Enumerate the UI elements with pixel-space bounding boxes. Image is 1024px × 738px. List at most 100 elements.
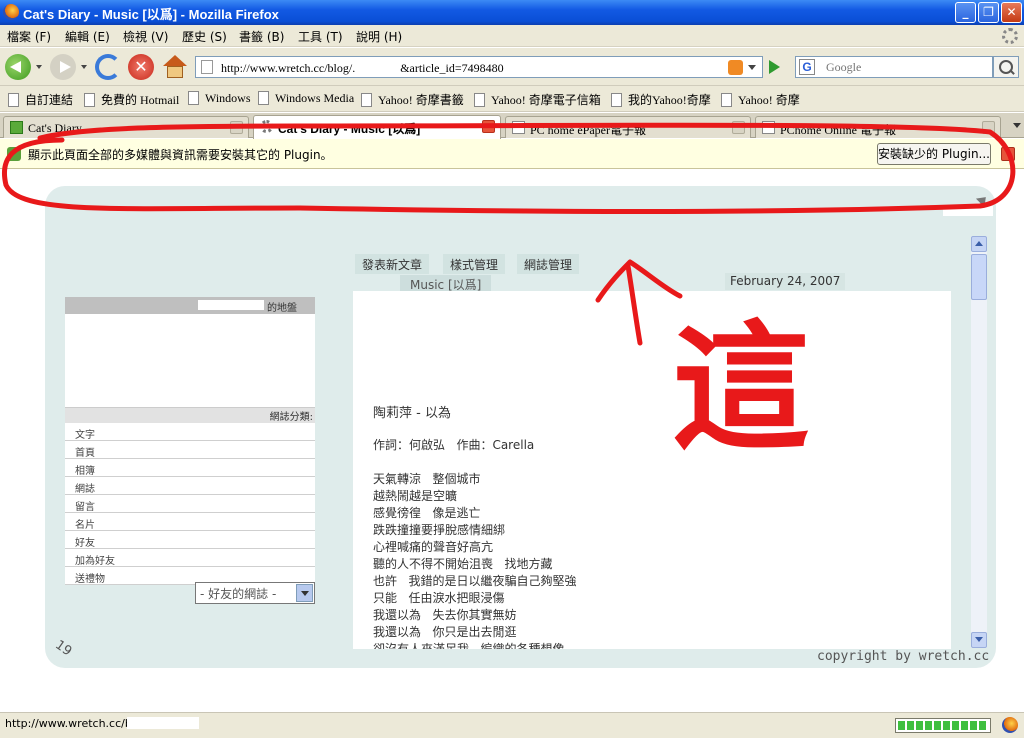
window-title: Cat's Diary - Music [以爲] - Mozilla Firef… (23, 7, 279, 22)
sidebar-item-friends[interactable]: 好友 (65, 531, 315, 549)
sidebar-item-add-friend[interactable]: 加為好友 (65, 549, 315, 567)
scroll-down-icon[interactable] (971, 632, 987, 648)
search-box[interactable]: G (795, 56, 993, 78)
menu-file[interactable]: 檔案 (F) (7, 28, 51, 45)
redacted-username (198, 300, 264, 310)
notification-close-icon[interactable] (1001, 147, 1015, 161)
style-settings-link[interactable]: 樣式管理 (443, 254, 506, 274)
tab-pchome-epaper[interactable]: PC home ePaper電子報 (505, 116, 751, 138)
rss-feed-icon[interactable] (728, 60, 743, 75)
redacted-corner (943, 206, 993, 216)
install-missing-plugins-button[interactable]: 安裝缺少的 Plugin... (877, 143, 991, 165)
url-history-dropdown-icon[interactable] (748, 65, 756, 70)
back-icon[interactable] (5, 54, 31, 80)
bookmark-item[interactable]: Yahoo! 奇摩電子信箱 (474, 91, 601, 108)
blog-sidebar: 的地盤 網誌分類: 文字 首頁 相簿 網誌 留言 名片 好友 加為好友 送禮物 (65, 297, 315, 585)
reload-icon[interactable] (95, 54, 121, 80)
lyric-line: 我還以為 失去你其實無妨 (373, 608, 517, 622)
lyric-line: 聽的人不得不開始沮喪 找地方藏 (373, 557, 553, 571)
menu-bookmarks[interactable]: 書籤 (B) (239, 28, 284, 45)
search-engine-icon[interactable]: G (799, 59, 815, 75)
bookmark-page-icon (188, 91, 199, 105)
blog-post: 陶莉萍 - 以為 作詞：何啟弘 作曲：Carella 天氣轉涼 整個城市 越熱鬧… (353, 291, 951, 649)
tab-favicon-icon (762, 121, 775, 134)
lyric-line: 卻沒有人來滿足我 編織的各種想像 (373, 642, 565, 649)
plugin-notification-text: 顯示此頁面全部的多媒體與資訊需要安裝其它的 Plugin。 (28, 148, 333, 162)
sidebar-category-heading: 網誌分類: (65, 408, 315, 423)
menu-history[interactable]: 歷史 (S) (182, 28, 227, 45)
corner-arrow-icon[interactable] (975, 192, 991, 208)
search-input[interactable] (826, 59, 986, 75)
post-date: February 24, 2007 (725, 273, 846, 290)
plugin-notification-bar: 顯示此頁面全部的多媒體與資訊需要安裝其它的 Plugin。 安裝缺少的 Plug… (0, 139, 1024, 169)
chevron-down-icon[interactable] (296, 584, 313, 602)
sidebar-item-card[interactable]: 名片 (65, 513, 315, 531)
tab-close-icon[interactable] (230, 121, 243, 134)
blog-frame: 發表新文章 樣式管理 網誌管理 Music [以爲] February 24, … (45, 186, 996, 668)
status-bar: http://www.wretch.cc/blog (0, 712, 1024, 738)
load-progress (895, 718, 991, 733)
redacted-status (127, 717, 199, 729)
friends-blog-select[interactable]: - 好友的網誌 - (195, 582, 315, 604)
all-tabs-dropdown-icon[interactable] (1013, 123, 1021, 128)
sidebar-item-home[interactable]: 首頁 (65, 441, 315, 459)
tab-cats-diary-music[interactable]: Cat's Diary - Music [以爲] (253, 115, 501, 139)
url-bar[interactable]: http://www.wretch.cc/blog/. &article_id=… (195, 56, 763, 78)
tab-favicon-icon (512, 121, 525, 134)
lyric-line: 也許 我錯的是日以繼夜騙自己夠堅強 (373, 574, 577, 588)
lyric-line: 只能 任由淚水把眼浸傷 (373, 591, 505, 605)
tab-close-icon[interactable] (732, 121, 745, 134)
sidebar-item-guestbook[interactable]: 留言 (65, 495, 315, 513)
bookmark-item[interactable]: Windows (188, 91, 251, 106)
scrollbar-thumb[interactable] (971, 254, 987, 300)
copyright-text: copyright by wretch.cc (817, 649, 990, 664)
lyric-line: 跌跌撞撞要掙脫感情細綁 (373, 523, 506, 537)
load-progress-fill (898, 721, 988, 730)
plugin-icon (7, 147, 21, 161)
restore-button[interactable]: ❐ (978, 2, 999, 23)
stop-icon[interactable]: ✕ (128, 54, 154, 80)
lyric-line: 感覺徬徨 像是逃亡 (373, 506, 481, 520)
tab-close-icon[interactable] (982, 121, 995, 134)
tab-pchome-online[interactable]: PChome Online 電子報 (755, 116, 1001, 138)
bookmark-item[interactable]: Yahoo! 奇摩書籤 (361, 91, 464, 108)
home-icon[interactable] (162, 54, 188, 80)
sidebar-avatar-box (65, 314, 315, 408)
go-icon[interactable] (769, 60, 780, 74)
tab-cats-diary[interactable]: Cat's Diary (3, 116, 249, 138)
forward-history-dropdown-icon[interactable] (81, 65, 87, 69)
lyric-line: 心裡喊痛的聲音好高亢 (373, 540, 494, 554)
bookmark-item[interactable]: Yahoo! 奇摩 (721, 91, 800, 108)
bookmark-page-icon (721, 93, 732, 107)
throbber-icon (1002, 28, 1018, 44)
bookmark-item[interactable]: 我的Yahoo!奇摩 (611, 91, 711, 108)
post-scrollbar[interactable] (971, 236, 987, 648)
post-category[interactable]: Music [以爲] (400, 275, 492, 292)
post-title: 陶莉萍 - 以為 (373, 406, 451, 421)
sidebar-item-text[interactable]: 文字 (65, 423, 315, 441)
bookmark-page-icon (8, 93, 19, 107)
sidebar-item-album[interactable]: 相簿 (65, 459, 315, 477)
firefox-icon (3, 4, 19, 20)
tab-close-icon[interactable] (482, 120, 495, 133)
back-history-dropdown-icon[interactable] (36, 65, 42, 69)
close-window-button[interactable]: ✕ (1001, 2, 1022, 23)
bookmark-item[interactable]: 自訂連結 (8, 91, 73, 108)
menu-view[interactable]: 檢視 (V) (123, 28, 168, 45)
bookmark-page-icon (474, 93, 485, 107)
bookmark-page-icon (84, 93, 95, 107)
menu-help[interactable]: 說明 (H) (356, 28, 402, 45)
search-icon[interactable] (993, 56, 1019, 78)
sidebar-item-blog[interactable]: 網誌 (65, 477, 315, 495)
scroll-up-icon[interactable] (971, 236, 987, 252)
bookmark-item[interactable]: 免費的 Hotmail (84, 91, 179, 108)
url-text[interactable]: http://www.wretch.cc/blog/. &article_id=… (221, 61, 504, 76)
new-post-link[interactable]: 發表新文章 (355, 254, 430, 274)
bookmark-item[interactable]: Windows Media (258, 91, 354, 106)
forward-icon[interactable] (50, 54, 76, 80)
menu-tools[interactable]: 工具 (T) (298, 28, 343, 45)
minimize-button[interactable]: _ (955, 2, 976, 23)
blog-settings-link[interactable]: 網誌管理 (517, 254, 580, 274)
menu-edit[interactable]: 編輯 (E) (65, 28, 110, 45)
menu-bar: 檔案 (F) 編輯 (E) 檢視 (V) 歷史 (S) 書籤 (B) 工具 (T… (0, 25, 1024, 47)
